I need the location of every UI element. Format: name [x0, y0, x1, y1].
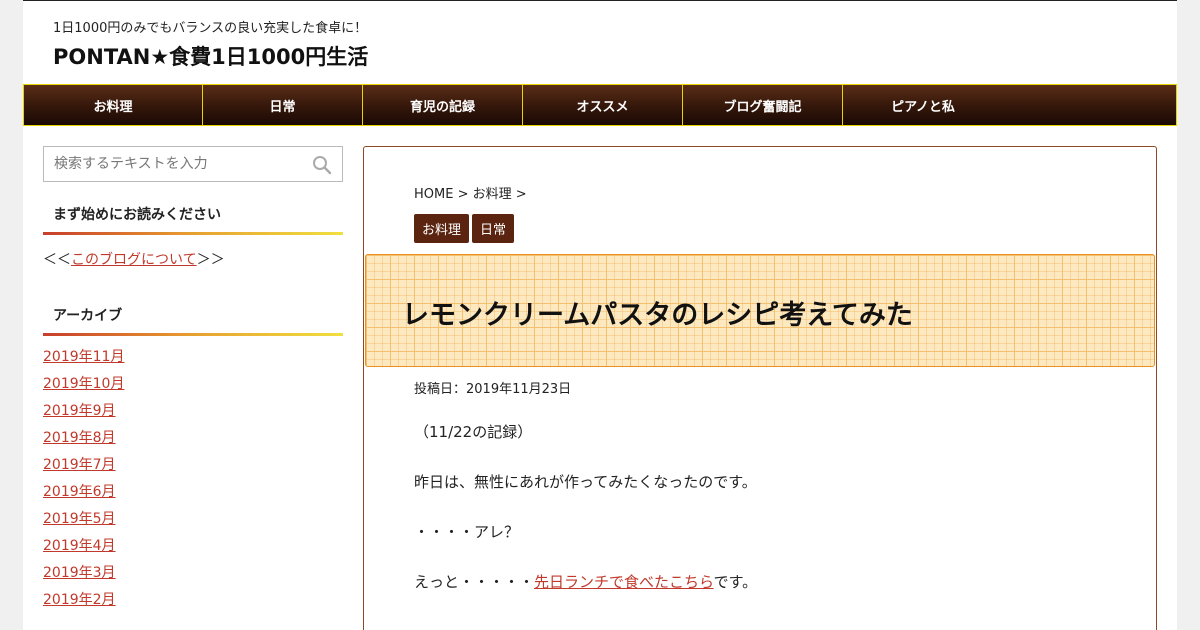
intro-widget-title: まず始めにお読みください [43, 204, 343, 235]
archive-link[interactable]: 2019年2月 [43, 592, 116, 608]
nav-item-daily[interactable]: 日常 [203, 85, 363, 125]
archive-link[interactable]: 2019年5月 [43, 511, 116, 527]
search-box [43, 146, 343, 182]
archive-link[interactable]: 2019年9月 [43, 403, 116, 419]
list-item: 2019年5月 [43, 508, 343, 535]
site-tagline: 1日1000円のみでもバランスの良い充実した食卓に！ [53, 21, 368, 36]
nav-item-piano[interactable]: ピアノと私 [843, 85, 1003, 125]
global-nav: お料理 日常 育児の記録 オススメ ブログ奮闘記 ピアノと私 [23, 84, 1177, 126]
paragraph-text: です。 [713, 573, 758, 591]
article-main: HOME > お料理 > お料理 日常 レモンクリームパスタのレシピ考えてみた … [363, 146, 1157, 630]
category-tag-daily[interactable]: 日常 [472, 214, 515, 243]
list-item: 2019年10月 [43, 373, 343, 400]
nav-item-recommend[interactable]: オススメ [523, 85, 683, 125]
archive-link[interactable]: 2019年3月 [43, 565, 116, 581]
archive-widget-title: アーカイブ [43, 305, 343, 336]
article-paragraph: （11/22の記録） [414, 423, 533, 441]
list-item: 2019年6月 [43, 481, 343, 508]
intro-suffix: ＞＞ [196, 252, 225, 268]
list-item: 2019年2月 [43, 589, 343, 616]
sidebar: まず始めにお読みください ＜＜このブログについて＞＞ アーカイブ 2019年11… [43, 146, 343, 616]
article-paragraph: 昨日は、無性にあれが作ってみたくなったのです。 [414, 473, 757, 491]
article-paragraph: ・・・・アレ？ [414, 523, 520, 541]
archive-list: 2019年11月 2019年10月 2019年9月 2019年8月 2019年7… [43, 346, 343, 616]
archive-link[interactable]: 2019年4月 [43, 538, 116, 554]
nav-item-blog-struggle[interactable]: ブログ奮闘記 [683, 85, 843, 125]
article-title: レモンクリームパスタのレシピ考えてみた [402, 300, 913, 331]
list-item: 2019年8月 [43, 427, 343, 454]
post-date: 投稿日：2019年11月23日 [414, 382, 572, 397]
site-header: 1日1000円のみでもバランスの良い充実した食卓に！ PONTAN★食費1日10… [23, 1, 1177, 84]
archive-link[interactable]: 2019年10月 [43, 376, 124, 392]
paragraph-text: えっと・・・・・ [414, 573, 535, 591]
list-item: 2019年3月 [43, 562, 343, 589]
intro-widget-body: ＜＜このブログについて＞＞ [43, 249, 343, 269]
archive-link[interactable]: 2019年7月 [43, 457, 116, 473]
breadcrumb[interactable]: HOME > お料理 > [414, 183, 527, 202]
list-item: 2019年9月 [43, 400, 343, 427]
page: 1日1000円のみでもバランスの良い充実した食卓に！ PONTAN★食費1日10… [23, 0, 1177, 630]
nav-item-parenting[interactable]: 育児の記録 [363, 85, 523, 125]
search-input[interactable] [44, 147, 342, 181]
list-item: 2019年7月 [43, 454, 343, 481]
intro-prefix: ＜＜ [43, 252, 71, 268]
category-tags: お料理 日常 [414, 214, 515, 243]
archive-link[interactable]: 2019年8月 [43, 430, 116, 446]
list-item: 2019年4月 [43, 535, 343, 562]
lunch-link[interactable]: 先日ランチで食べたこちら [534, 573, 714, 591]
article-title-box: レモンクリームパスタのレシピ考えてみた [365, 254, 1155, 367]
archive-link[interactable]: 2019年11月 [43, 349, 124, 365]
list-item: 2019年11月 [43, 346, 343, 373]
site-title[interactable]: PONTAN★食費1日1000円生活 [53, 41, 368, 71]
search-icon[interactable] [312, 155, 332, 175]
archive-link[interactable]: 2019年6月 [43, 484, 116, 500]
about-blog-link[interactable]: このブログについて [71, 252, 197, 268]
category-tag-cooking[interactable]: お料理 [414, 214, 470, 243]
nav-item-cooking[interactable]: お料理 [24, 85, 203, 125]
article-paragraph: えっと・・・・・先日ランチで食べたこちらです。 [414, 571, 757, 592]
